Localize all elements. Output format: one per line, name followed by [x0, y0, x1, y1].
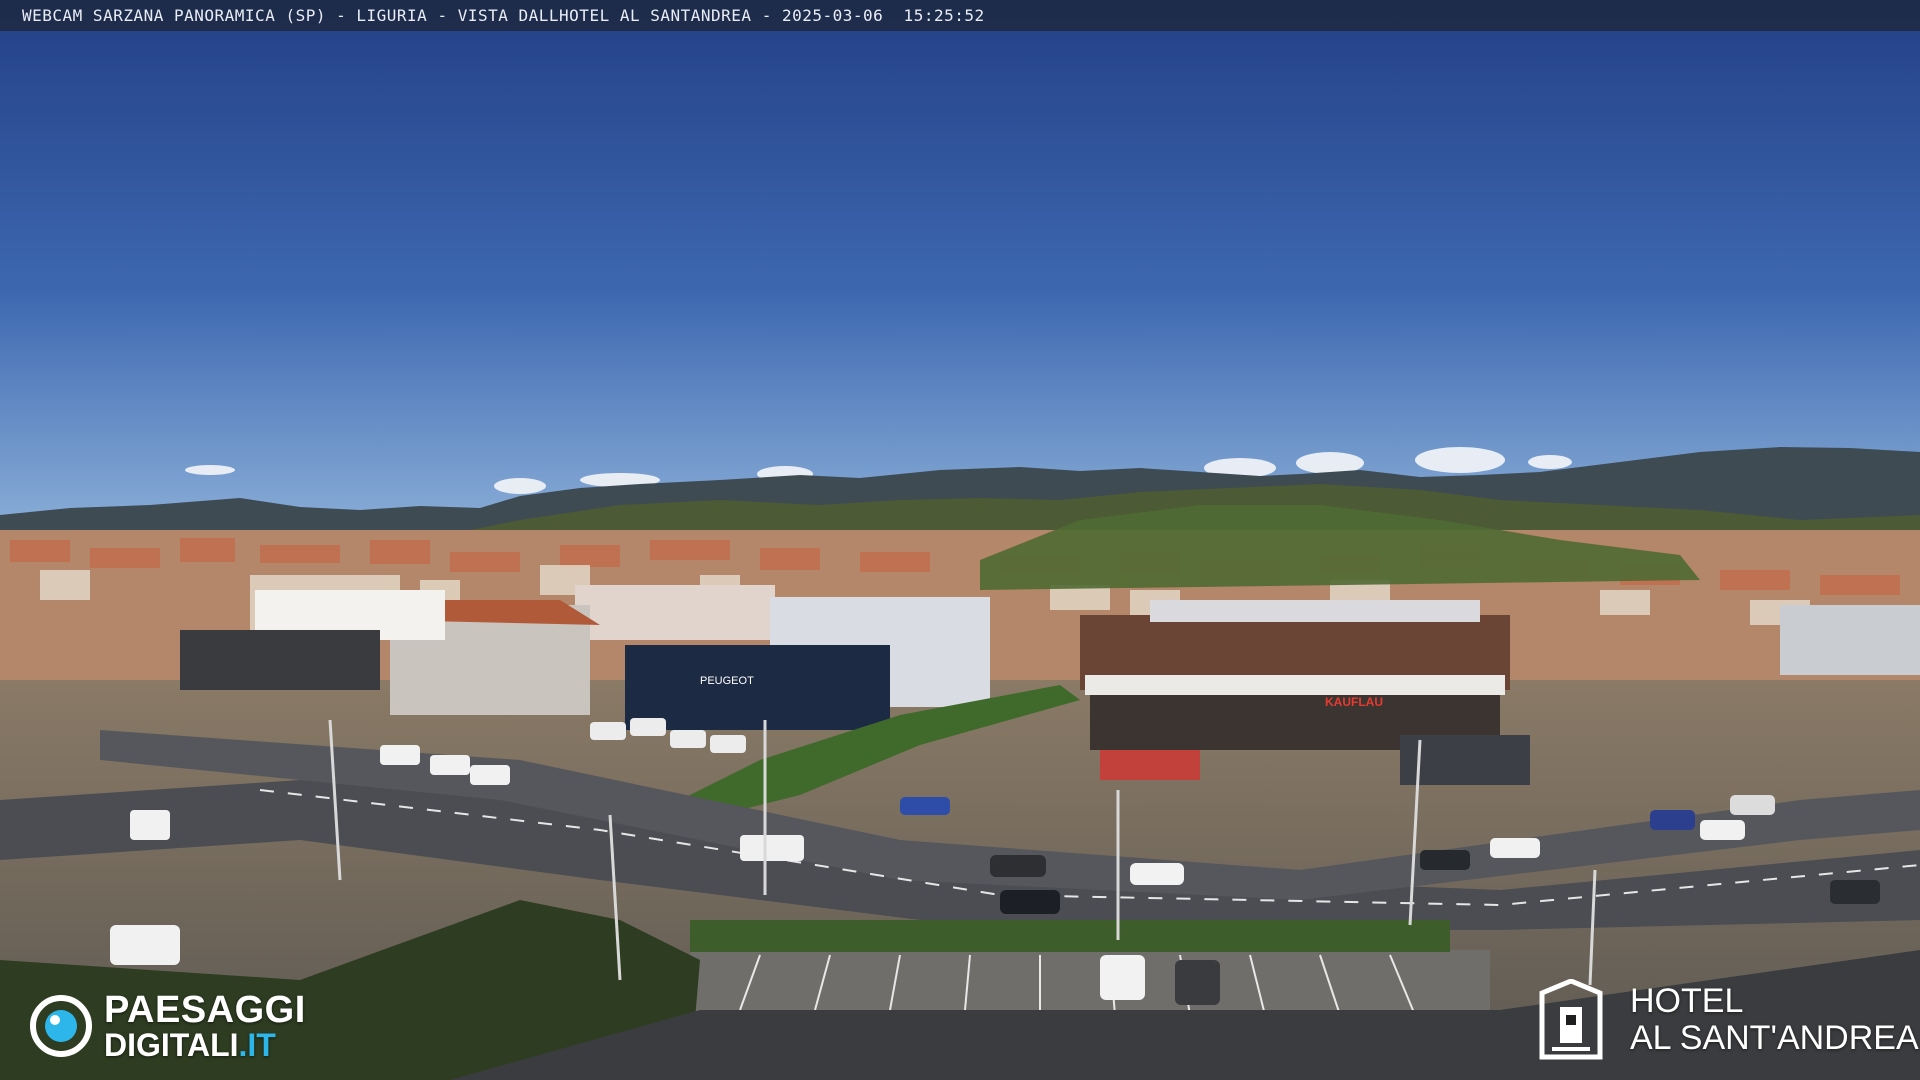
logo-line1: PAESAGGI [104, 989, 306, 1031]
camera-lens-icon [30, 995, 92, 1057]
paesaggi-digitali-logo: PAESAGGI DIGITALI .IT [30, 990, 306, 1062]
logo-line2: DIGITALI [104, 1027, 239, 1063]
sign-peugeot: PEUGEOT [700, 675, 754, 687]
hotel-name-line1: HOTEL [1630, 982, 1744, 1021]
hotel-crest-icon [1539, 979, 1603, 1060]
sky [0, 0, 1920, 530]
parking-lot [690, 950, 1490, 1015]
sign-kaufland: KAUFLAU [1325, 695, 1383, 709]
hotel-name-line2: AL SANT'ANDREA [1630, 1019, 1919, 1057]
hotel-logo: HOTEL AL SANT'ANDREA [1534, 978, 1919, 1062]
webcam-scene: PEUGEOT KAUFLAU [0, 0, 1920, 1080]
hedge [690, 920, 1450, 952]
webcam-caption-bar: WEBCAM SARZANA PANORAMICA (SP) - LIGURIA… [0, 0, 1920, 31]
logo-line2-suffix: .IT [238, 1027, 276, 1063]
webcam-caption: WEBCAM SARZANA PANORAMICA (SP) - LIGURIA… [22, 6, 985, 25]
